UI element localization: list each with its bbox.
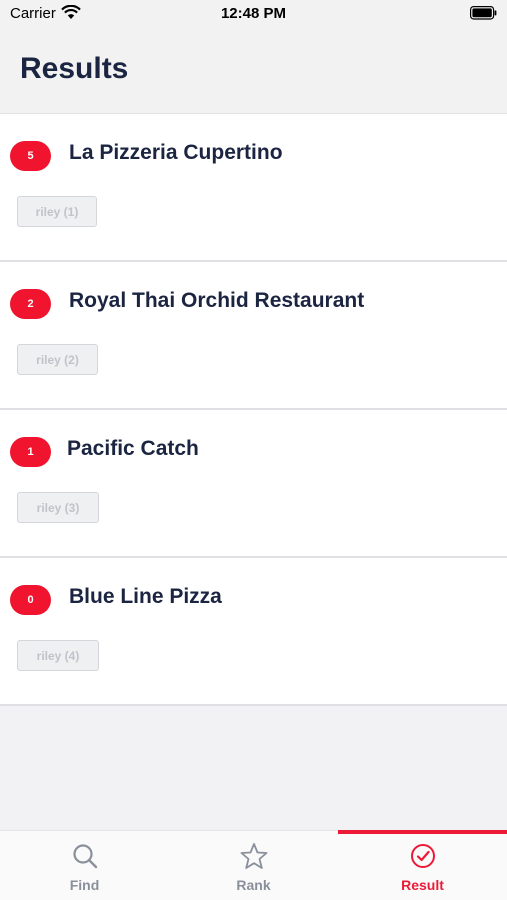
result-row[interactable]: 1 Pacific Catch riley (3) bbox=[0, 410, 507, 558]
voter-tag: riley (3) bbox=[17, 492, 99, 523]
active-tab-indicator bbox=[338, 830, 507, 834]
status-bar: Carrier 12:48 PM bbox=[0, 0, 507, 28]
tab-find[interactable]: Find bbox=[0, 831, 169, 900]
tab-rank[interactable]: Rank bbox=[169, 831, 338, 900]
tab-bar: Find Rank Result bbox=[0, 830, 507, 900]
search-icon bbox=[72, 844, 97, 869]
vote-count-badge: 1 bbox=[10, 437, 51, 467]
navigation-header: Results bbox=[0, 28, 507, 114]
restaurant-name: Blue Line Pizza bbox=[69, 585, 222, 608]
tab-label: Result bbox=[401, 877, 444, 893]
restaurant-name: Pacific Catch bbox=[67, 437, 199, 460]
tab-label: Find bbox=[69, 877, 100, 893]
check-circle-icon bbox=[410, 844, 435, 868]
page-title: Results bbox=[20, 52, 129, 85]
tab-label: Rank bbox=[236, 877, 271, 893]
tab-result[interactable]: Result bbox=[338, 830, 507, 900]
vote-count-badge: 5 bbox=[10, 141, 51, 171]
battery-icon bbox=[470, 6, 497, 20]
vote-count-badge: 0 bbox=[10, 585, 51, 615]
restaurant-name: La Pizzeria Cupertino bbox=[69, 141, 283, 164]
result-row[interactable]: 5 La Pizzeria Cupertino riley (1) bbox=[0, 114, 507, 262]
results-list: 5 La Pizzeria Cupertino riley (1) 2 Roya… bbox=[0, 114, 507, 706]
restaurant-name: Royal Thai Orchid Restaurant bbox=[69, 289, 365, 312]
result-row[interactable]: 0 Blue Line Pizza riley (4) bbox=[0, 558, 507, 706]
star-icon bbox=[240, 843, 267, 869]
voter-tag: riley (4) bbox=[17, 640, 99, 671]
voter-tag: riley (2) bbox=[17, 344, 98, 375]
vote-count-badge: 2 bbox=[10, 289, 51, 319]
clock: 12:48 PM bbox=[220, 5, 287, 22]
result-row[interactable]: 2 Royal Thai Orchid Restaurant riley (2) bbox=[0, 262, 507, 410]
voter-tag: riley (1) bbox=[17, 196, 97, 227]
